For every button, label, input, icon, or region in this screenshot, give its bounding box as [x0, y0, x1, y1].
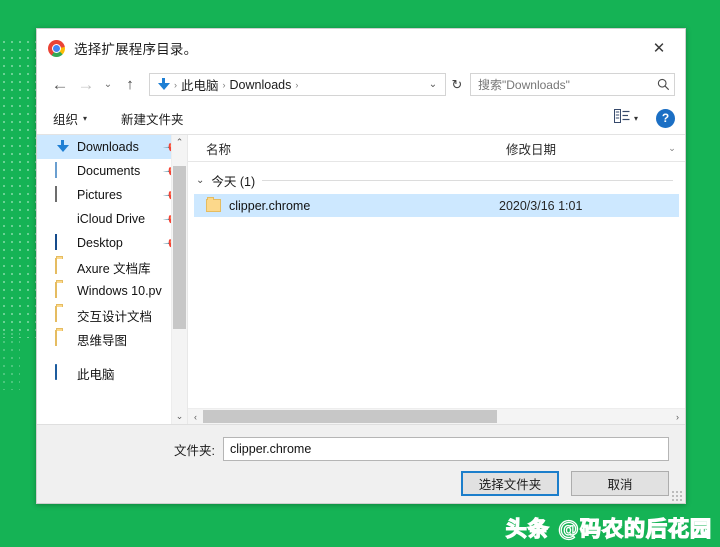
folder-icon — [55, 306, 71, 323]
breadcrumb-item-pc[interactable]: 此电脑 — [178, 75, 222, 94]
sidebar-item-partial[interactable] — [37, 391, 187, 407]
forward-icon[interactable]: → — [73, 72, 99, 98]
resize-grip[interactable] — [671, 490, 682, 501]
pc-icon — [55, 364, 71, 381]
group-divider — [262, 180, 673, 181]
sidebar-item-label: Downloads — [77, 140, 139, 154]
folder-icon — [206, 197, 221, 212]
organize-button[interactable]: 组织 ▾ — [47, 106, 93, 131]
search-placeholder: 搜索"Downloads" — [478, 78, 570, 92]
sidebar-item-label: Pictures — [77, 188, 123, 202]
new-folder-button[interactable]: 新建文件夹 — [115, 106, 190, 131]
help-button[interactable]: ? — [656, 108, 675, 128]
group-header-today[interactable]: ⌄ 今天 (1) — [188, 162, 685, 194]
scroll-right-icon[interactable]: › — [670, 412, 685, 422]
search-input[interactable]: 搜索"Downloads" — [470, 73, 675, 96]
sidebar-scrollbar[interactable]: ⌃ ⌄ — [171, 135, 187, 424]
new-folder-label: 新建文件夹 — [121, 112, 184, 127]
scroll-left-icon[interactable]: ‹ — [188, 412, 203, 422]
folder-picker-dialog: 选择扩展程序目录。 ✕ ← → ⌄ ↑ › 此电脑 › Downloads › … — [36, 28, 686, 504]
sidebar-item-label: 思维导图 — [77, 333, 128, 348]
file-date: 2020/3/16 1:01 — [499, 198, 583, 213]
chevron-down-icon: ▾ — [633, 113, 638, 123]
sidebar-item-this-pc[interactable]: 此电脑 — [37, 361, 187, 385]
document-icon — [55, 162, 71, 179]
folder-icon — [55, 282, 71, 299]
breadcrumb-dropdown-icon[interactable]: ⌄ — [423, 79, 443, 90]
folder-icon — [55, 258, 71, 275]
sidebar-item-icloud-drive[interactable]: iCloud Drive 📌 — [37, 207, 187, 231]
picture-icon — [55, 186, 71, 203]
sidebar-item-label: 此电脑 — [77, 367, 115, 382]
column-header-date[interactable]: 修改日期 — [506, 139, 659, 158]
dialog-footer: 文件夹: clipper.chrome 选择文件夹 取消 — [37, 424, 685, 503]
chrome-icon — [48, 39, 65, 57]
download-icon — [55, 139, 71, 155]
file-name: clipper.chrome — [229, 198, 311, 213]
breadcrumb-separator: › — [295, 79, 299, 90]
scroll-up-icon[interactable]: ⌃ — [172, 135, 187, 150]
back-icon[interactable]: ← — [47, 72, 73, 98]
chevron-down-icon: ▾ — [83, 113, 88, 123]
sidebar-item-mindmap[interactable]: 思维导图 — [37, 327, 187, 351]
sidebar-item-downloads[interactable]: Downloads 📌 — [37, 135, 187, 159]
dialog-body: Downloads 📌 Documents 📌 Pictures 📌 iClou… — [37, 135, 685, 424]
sidebar-item-desktop[interactable]: Desktop 📌 — [37, 231, 187, 255]
sidebar-item-pictures[interactable]: Pictures 📌 — [37, 183, 187, 207]
sidebar-item-documents[interactable]: Documents 📌 — [37, 159, 187, 183]
desktop-icon — [55, 234, 71, 251]
scrollbar-thumb[interactable] — [173, 166, 186, 330]
navigation-sidebar: Downloads 📌 Documents 📌 Pictures 📌 iClou… — [37, 135, 187, 424]
sidebar-item-label: Documents — [77, 164, 141, 178]
breadcrumb-item-downloads[interactable]: Downloads — [227, 78, 295, 92]
file-list-pane: 名称 修改日期 ⌄ ⌄ 今天 (1) clipper.chrome 2020/3… — [187, 135, 685, 424]
dialog-title: 选择扩展程序目录。 — [74, 42, 198, 57]
folder-field-row: 文件夹: clipper.chrome — [37, 425, 685, 461]
scroll-down-icon[interactable]: ⌄ — [172, 409, 187, 424]
command-toolbar: 组织 ▾ 新建文件夹 ▾ ? — [37, 102, 685, 135]
column-header-row: 名称 修改日期 ⌄ — [188, 135, 685, 162]
organize-label: 组织 — [53, 112, 79, 127]
background-dot-pattern-lower — [0, 330, 20, 390]
up-icon[interactable]: ↑ — [117, 72, 143, 98]
search-icon — [652, 78, 674, 91]
dialog-button-row: 选择文件夹 取消 — [37, 461, 685, 496]
view-layout-icon — [613, 108, 630, 128]
folder-input[interactable]: clipper.chrome — [223, 437, 669, 461]
cancel-button[interactable]: 取消 — [571, 471, 669, 496]
sidebar-item-label: iCloud Drive — [77, 212, 146, 226]
cloud-icon — [55, 391, 71, 407]
sidebar-item-axure-library[interactable]: Axure 文档库 — [37, 255, 187, 279]
scrollbar-thumb[interactable] — [203, 410, 498, 423]
table-row[interactable]: clipper.chrome 2020/3/16 1:01 — [194, 194, 679, 217]
watermark: 头条 @码农的后花园 — [505, 516, 712, 541]
refresh-icon[interactable]: ↻ — [446, 77, 468, 93]
change-view-button[interactable]: ▾ — [610, 106, 642, 131]
download-icon — [156, 77, 171, 92]
sidebar-item-label: Windows 10.pv — [77, 284, 162, 298]
file-list: ⌄ 今天 (1) clipper.chrome 2020/3/16 1:01 — [188, 162, 685, 408]
sidebar-item-interaction-docs[interactable]: 交互设计文档 — [37, 303, 187, 327]
select-folder-button[interactable]: 选择文件夹 — [461, 471, 559, 496]
scrollbar-track[interactable] — [203, 409, 670, 424]
close-button[interactable]: ✕ — [637, 33, 681, 63]
sidebar-item-label: 交互设计文档 — [77, 309, 153, 324]
sidebar-item-label: Desktop — [77, 236, 123, 250]
folder-icon — [55, 330, 71, 347]
address-bar[interactable]: › 此电脑 › Downloads › ⌄ — [149, 73, 446, 96]
cloud-icon — [55, 211, 71, 227]
title-bar: 选择扩展程序目录。 ✕ — [37, 29, 685, 67]
column-options-icon[interactable]: ⌄ — [659, 143, 685, 154]
scrollbar-track[interactable] — [172, 150, 187, 409]
column-header-name[interactable]: 名称 — [188, 139, 506, 158]
horizontal-scrollbar[interactable]: ‹ › — [188, 408, 685, 424]
recent-locations-icon[interactable]: ⌄ — [99, 72, 117, 98]
sidebar-item-label: Axure 文档库 — [77, 261, 151, 276]
folder-field-label: 文件夹: — [174, 443, 215, 458]
group-header-label: 今天 (1) — [211, 175, 256, 189]
sidebar-item-windows10[interactable]: Windows 10.pv — [37, 279, 187, 303]
navigation-bar: ← → ⌄ ↑ › 此电脑 › Downloads › ⌄ ↻ 搜索"Downl… — [37, 67, 685, 102]
chevron-down-icon[interactable]: ⌄ — [196, 175, 204, 186]
